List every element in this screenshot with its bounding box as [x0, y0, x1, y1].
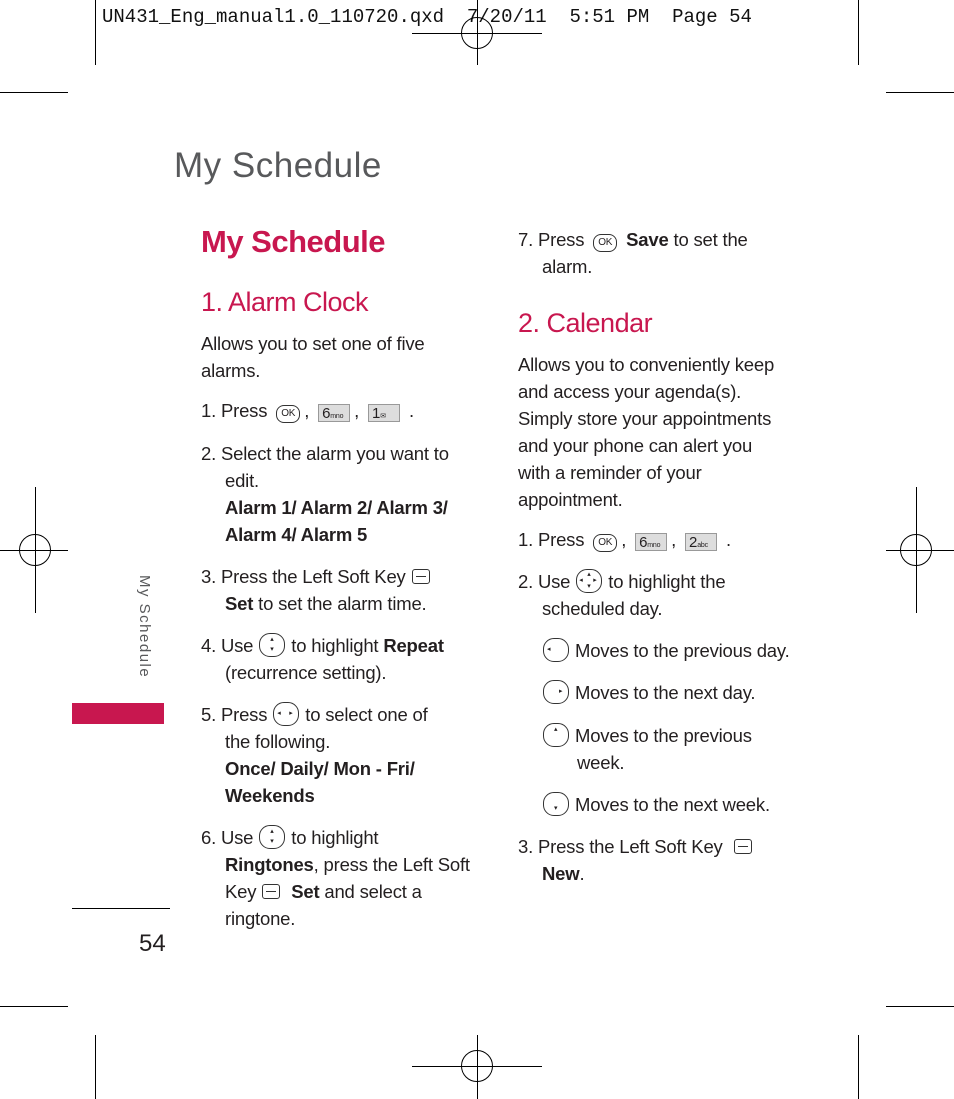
ok-key-icon: OK — [593, 534, 618, 552]
key-6-icon: 6mno — [635, 533, 668, 551]
calendar-step-2: 2. Use ▴ ▾ ◂ ▸ to highlight the scheduled day. — [518, 569, 726, 619]
calendar-intro: Allows you to conveniently keep and acces… — [518, 354, 775, 510]
page-number: 54 — [139, 930, 166, 957]
nav-right-icon: ▸ — [543, 680, 569, 704]
alarm-clock-heading: 1. Alarm Clock — [201, 287, 369, 317]
alarm-step-5: 5. Press ◂ ▸ to select one of the following.… — [201, 702, 428, 806]
footer-rule — [72, 908, 170, 909]
key-2-icon: 2abc — [685, 533, 718, 551]
side-tab-label: My Schedule — [136, 575, 153, 679]
alarm-step-2: 2. Select the alarm you want to edit. Alar… — [201, 443, 449, 545]
alarm-intro: Allows you to set one of five alarms. — [201, 333, 425, 381]
key-1-voicemail-icon: 1✉ — [368, 404, 401, 422]
move-previous-week: ▴ Moves to the previous week. — [543, 722, 752, 776]
alarm-step-1: 1. Press OK, 6mno, 1✉ . — [201, 400, 414, 423]
manual-page: UN431_Eng_manual1.0_110720.qxd 7/20/11 5… — [0, 0, 954, 1099]
nav-up-down-icon: ▴ ▾ — [259, 825, 286, 849]
calendar-step-3: 3. Press the Left Soft Key New. — [518, 833, 758, 887]
key-6-icon: 6mno — [318, 404, 351, 422]
side-tab-bar — [72, 703, 164, 724]
nav-up-icon: ▴ — [543, 723, 569, 747]
alarm-step-7: 7. Press OK Save to set the alarm. — [518, 229, 748, 277]
nav-up-down-icon: ▴ ▾ — [259, 633, 286, 657]
print-slug: UN431_Eng_manual1.0_110720.qxd 7/20/11 5… — [102, 6, 752, 28]
left-soft-key-icon — [262, 884, 281, 899]
move-previous-day: ◂ Moves to the previous day. — [543, 637, 790, 664]
ok-key-icon: OK — [593, 234, 618, 252]
calendar-heading: 2. Calendar — [518, 308, 653, 338]
calendar-step-1: 1. Press OK, 6mno, 2abc . — [518, 529, 731, 552]
left-soft-key-icon — [733, 839, 752, 854]
move-next-week: ▾ Moves to the next week. — [543, 791, 770, 818]
alarm-step-6: 6. Use ▴ ▾ to highlight Ringtones, press the… — [201, 825, 470, 929]
ok-key-icon: OK — [276, 405, 301, 423]
alarm-step-3: 3. Press the Left Soft Key Set to set the… — [201, 563, 436, 617]
running-title: My Schedule — [174, 146, 382, 185]
nav-left-icon: ◂ — [543, 638, 569, 662]
left-soft-key-icon — [411, 569, 430, 584]
alarm-step-4: 4. Use ▴ ▾ to highlight Repeat (recurrence s… — [201, 633, 444, 683]
nav-down-icon: ▾ — [543, 792, 569, 816]
nav-left-right-icon: ◂ ▸ — [273, 702, 300, 726]
move-next-day: ▸ Moves to the next day. — [543, 679, 756, 706]
nav-four-way-icon: ▴ ▾ ◂ ▸ — [576, 569, 603, 593]
page-title: My Schedule — [201, 224, 386, 259]
